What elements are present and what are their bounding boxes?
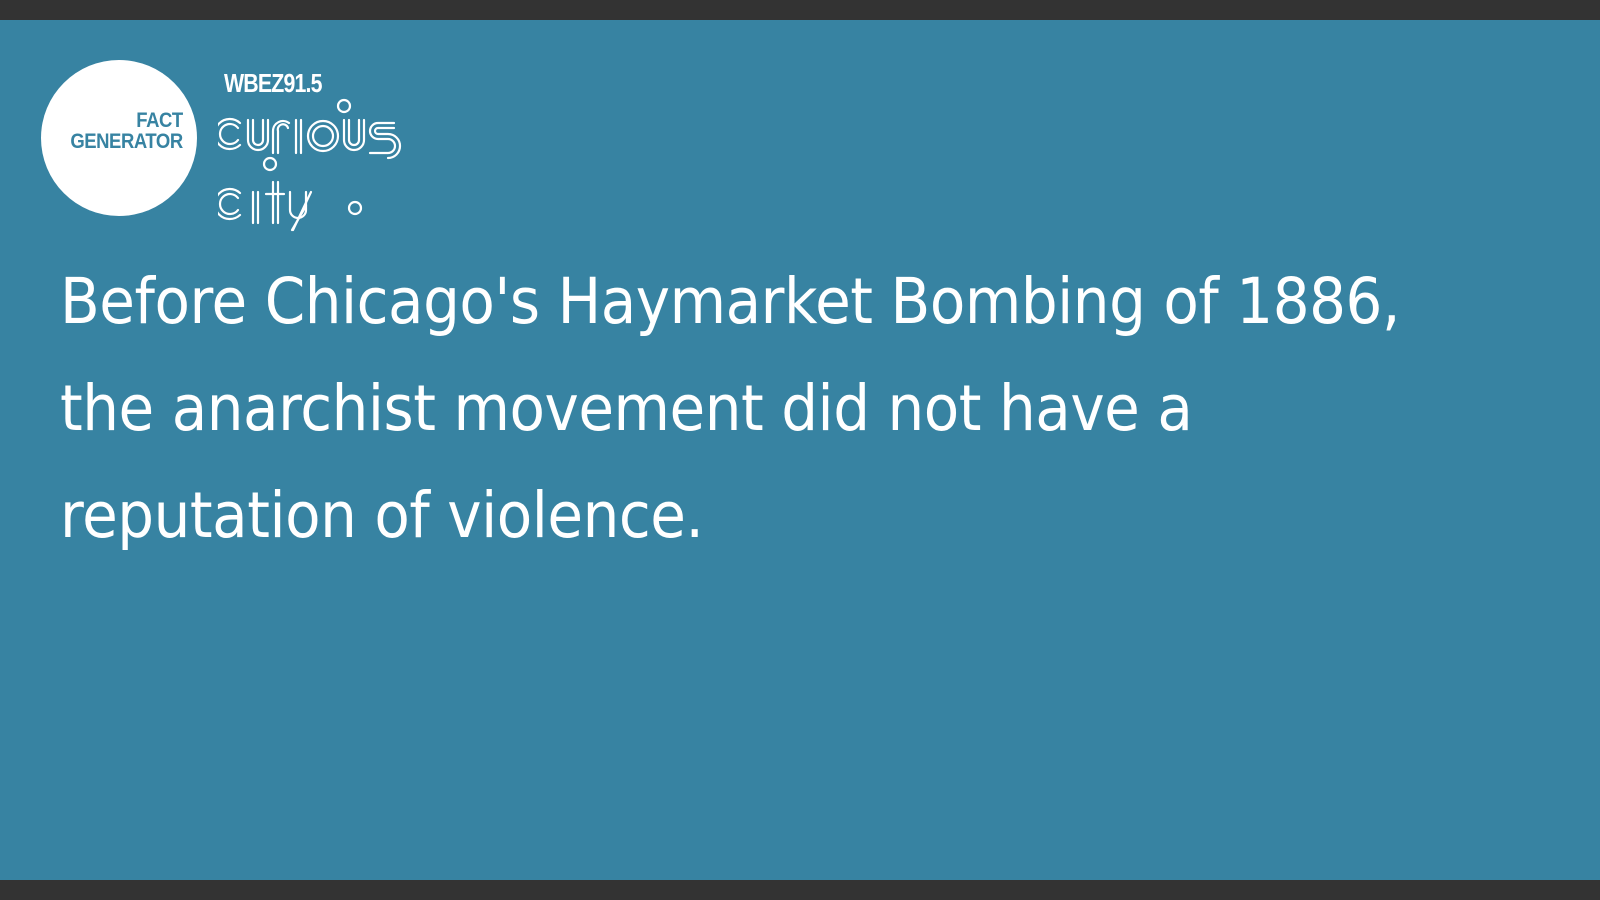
badge-label: FACT GENERATOR bbox=[70, 109, 184, 153]
bottom-frame-bar bbox=[0, 880, 1600, 900]
fact-card: FACT GENERATOR WBEZ91.5 Before Chicago's… bbox=[0, 20, 1600, 880]
badge-line-fact: FACT bbox=[136, 109, 184, 132]
badge-line-generator: GENERATOR bbox=[70, 130, 184, 153]
fact-generator-badge: FACT GENERATOR bbox=[41, 60, 197, 216]
top-frame-bar bbox=[0, 0, 1600, 20]
curious-city-logo bbox=[218, 98, 402, 232]
station-name: WBEZ91.5 bbox=[224, 68, 323, 98]
fact-text: Before Chicago's Haymarket Bombing of 18… bbox=[60, 265, 1400, 552]
